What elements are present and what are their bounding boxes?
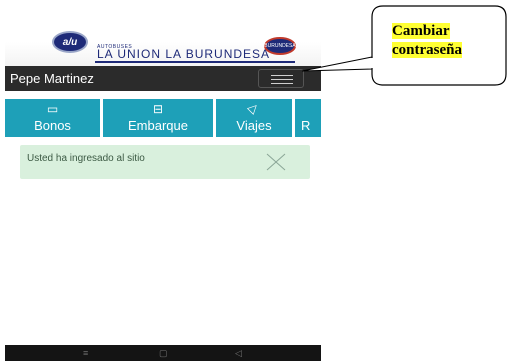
logo-left-text: a/u (62, 36, 78, 48)
partner-logo: BURUNDESA (264, 37, 296, 55)
callout-text: Cambiar contraseña (392, 22, 462, 60)
tab-label: Viajes (236, 118, 272, 133)
top-navbar: Pepe Martinez (5, 66, 321, 91)
alert-message: Usted ha ingresado al sitio (27, 153, 145, 164)
alert-close-button[interactable] (265, 152, 287, 172)
back-button[interactable]: ◁ (235, 347, 242, 359)
tab-label: R (301, 118, 311, 133)
callout-pointer (301, 56, 373, 72)
close-icon (266, 153, 286, 171)
tab-bar: ▭ Bonos ⊟ Embarque ◁ Viajes R (5, 99, 321, 137)
home-button[interactable]: ▢ (159, 347, 168, 359)
hamburger-bar (271, 75, 293, 76)
tab-label: Bonos (34, 118, 71, 133)
success-alert: Usted ha ingresado al sitio (20, 145, 310, 179)
recent-apps-button[interactable]: ≡ (83, 347, 88, 359)
brand-header: a/u AUTOBUSES LA UNION LA BURUNDESA BURU… (5, 0, 321, 70)
company-logo: a/u (52, 31, 88, 53)
tab-r[interactable]: R (295, 99, 321, 137)
tab-label: Embarque (128, 118, 188, 133)
tab-embarque[interactable]: ⊟ Embarque (103, 99, 213, 137)
hamburger-bar (271, 83, 293, 84)
tab-viajes[interactable]: ◁ Viajes (216, 99, 292, 137)
hamburger-menu-button[interactable] (258, 69, 304, 88)
phone-screen: a/u AUTOBUSES LA UNION LA BURUNDESA BURU… (5, 0, 321, 361)
hamburger-bar (271, 79, 293, 80)
bus-icon: ⊟ (152, 102, 164, 116)
brand-name: LA UNION LA BURUNDESA (97, 47, 271, 61)
callout-line-1: Cambiar (392, 23, 450, 39)
logo-right-text: BURUNDESA (264, 43, 296, 49)
brand-underline (95, 61, 295, 63)
card-icon: ▭ (46, 102, 59, 116)
tab-bonos[interactable]: ▭ Bonos (5, 99, 100, 137)
callout-line-2: contraseña (392, 42, 462, 58)
user-name: Pepe Martinez (10, 71, 94, 86)
system-nav-bar: ≡ ▢ ◁ (5, 345, 321, 361)
